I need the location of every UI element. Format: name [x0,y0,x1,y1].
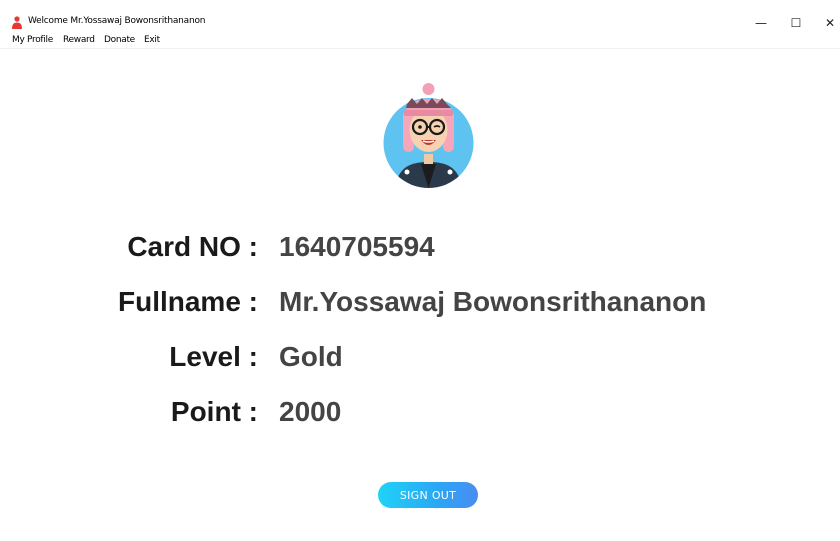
level-row: Level : Gold [0,341,840,381]
point-row: Point : 2000 [0,396,840,436]
point-value: 2000 [279,396,342,427]
card-number-value: 1640705594 [279,231,435,262]
fullname-label: Fullname : [117,286,258,317]
menu-item-exit[interactable]: Exit [144,35,160,45]
point-label: Point : [170,396,258,427]
menu-item-my-profile[interactable]: My Profile [12,35,53,45]
card-number-label: Card NO : [127,231,258,262]
window-title: Welcome Mr.Yossawaj Bowonsrithananon [28,16,206,26]
maximize-button[interactable]: ☐ [779,12,813,34]
menu-item-donate[interactable]: Donate [104,35,135,45]
close-button[interactable]: ✕ [813,12,840,34]
minimize-button[interactable]: — [744,12,778,34]
sign-out-button[interactable]: SIGN OUT [378,482,478,508]
menu-bar: My Profile Reward Donate Exit [0,34,840,49]
level-label: Level : [169,341,258,372]
app-user-icon [12,16,22,29]
menu-item-reward[interactable]: Reward [63,35,95,45]
avatar-icon [383,83,474,188]
title-bar: Welcome Mr.Yossawaj Bowonsrithananon — ☐… [0,12,840,34]
fullname-value: Mr.Yossawaj Bowonsrithananon [279,286,707,317]
fullname-row: Fullname : Mr.Yossawaj Bowonsrithananon [0,286,840,326]
level-value: Gold [279,341,343,372]
app-window: Welcome Mr.Yossawaj Bowonsrithananon — ☐… [0,0,840,541]
card-number-row: Card NO : 1640705594 [0,231,840,271]
